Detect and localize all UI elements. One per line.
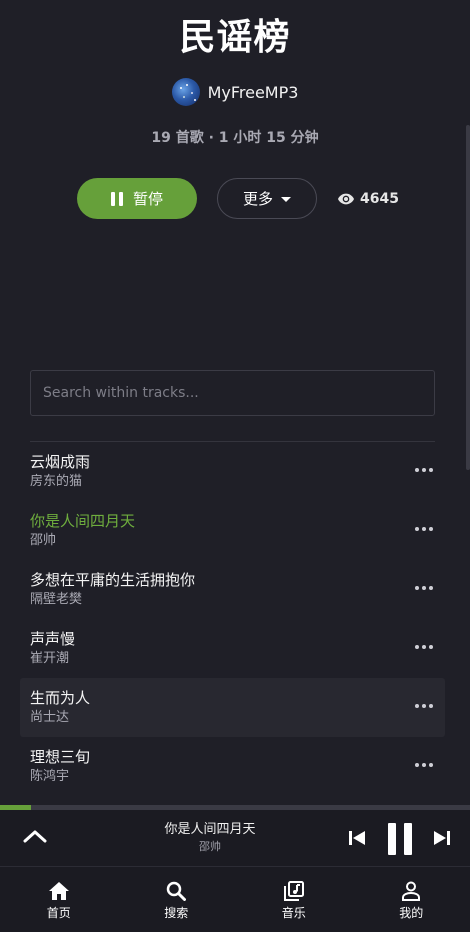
nav-item-search[interactable]: 搜索 <box>118 867 236 932</box>
track-artist[interactable]: 尚士达 <box>30 709 435 727</box>
nav-label: 我的 <box>399 906 424 920</box>
track-list: 云烟成雨 房东的猫 你是人间四月天 邵帅 多想在平庸的生活拥抱你 隔壁老樊 声声… <box>20 442 445 796</box>
more-button[interactable]: 更多 <box>217 178 317 219</box>
track-title: 云烟成雨 <box>30 453 91 471</box>
nav-item-profile[interactable]: 我的 <box>353 867 470 932</box>
more-options-icon[interactable] <box>415 468 433 472</box>
pause-icon <box>110 191 123 206</box>
track-title: 声声慢 <box>30 630 76 648</box>
view-count: 4645 <box>338 191 399 207</box>
track-row[interactable]: 理想三旬 陈鸿宇 <box>20 737 445 796</box>
now-playing-bar: 你是人间四月天 邵帅 <box>0 805 470 867</box>
track-search-input[interactable] <box>30 370 435 416</box>
nav-label: 搜索 <box>164 906 189 920</box>
track-title: 多想在平庸的生活拥抱你 <box>30 571 196 589</box>
next-track-icon[interactable] <box>433 830 451 846</box>
more-options-icon[interactable] <box>415 763 433 767</box>
more-options-icon[interactable] <box>415 527 433 531</box>
bottom-navigation: 首页 搜索 音乐 我的 <box>0 867 470 932</box>
pause-icon[interactable] <box>386 823 414 855</box>
chevron-up-icon[interactable] <box>22 828 48 844</box>
track-artist[interactable]: 陈鸿宇 <box>30 768 435 786</box>
more-options-icon[interactable] <box>415 645 433 649</box>
more-options-icon[interactable] <box>415 704 433 708</box>
nav-label: 音乐 <box>281 906 306 920</box>
track-row[interactable]: 云烟成雨 房东的猫 <box>20 442 445 501</box>
search-icon <box>167 881 187 901</box>
track-row[interactable]: 你是人间四月天 邵帅 <box>20 501 445 560</box>
progress-fill <box>0 805 32 810</box>
pause-button[interactable]: 暂停 <box>77 178 197 219</box>
owner-name[interactable]: MyFreeMP3 <box>208 83 299 102</box>
track-artist[interactable]: 崔开潮 <box>30 650 435 668</box>
playlist-page: 民谣榜 MyFreeMP3 19 首歌 · 1 小时 15 分钟 暂停 更多 4… <box>0 0 470 932</box>
now-playing-info[interactable]: 你是人间四月天 邵帅 <box>110 821 310 854</box>
owner-avatar[interactable] <box>171 78 200 106</box>
nav-item-home[interactable]: 首页 <box>0 867 118 932</box>
now-playing-artist: 邵帅 <box>199 840 221 853</box>
nav-item-music[interactable]: 音乐 <box>235 867 353 932</box>
track-artist[interactable]: 隔壁老樊 <box>30 591 435 609</box>
track-artist[interactable]: 房东的猫 <box>30 473 435 491</box>
previous-track-icon[interactable] <box>348 830 366 846</box>
track-title: 你是人间四月天 <box>30 512 136 530</box>
more-options-icon[interactable] <box>415 586 433 590</box>
track-row[interactable]: 生而为人 尚士达 <box>20 678 445 737</box>
now-playing-title: 你是人间四月天 <box>164 822 256 837</box>
playlist-title: 民谣榜 <box>179 17 291 58</box>
view-count-value: 4645 <box>360 190 399 207</box>
home-icon <box>48 882 69 900</box>
eye-icon <box>338 193 354 204</box>
playlist-meta: 19 首歌 · 1 小时 15 分钟 <box>151 130 319 146</box>
scrollbar[interactable] <box>466 125 470 470</box>
nav-label: 首页 <box>46 906 71 920</box>
playlist-actions: 暂停 更多 4645 <box>77 178 399 219</box>
track-row[interactable]: 多想在平庸的生活拥抱你 隔壁老樊 <box>20 560 445 619</box>
progress-bar[interactable] <box>0 805 470 810</box>
track-row[interactable]: 声声慢 崔开潮 <box>20 619 445 678</box>
track-artist[interactable]: 邵帅 <box>30 532 435 550</box>
more-button-label: 更多 <box>242 190 273 208</box>
caret-down-icon <box>281 197 291 202</box>
track-title: 生而为人 <box>30 689 91 707</box>
profile-icon <box>402 881 421 901</box>
music-library-icon <box>283 881 304 901</box>
pause-button-label: 暂停 <box>132 190 163 208</box>
playlist-owner[interactable]: MyFreeMP3 <box>0 78 470 106</box>
track-title: 理想三旬 <box>30 748 91 766</box>
